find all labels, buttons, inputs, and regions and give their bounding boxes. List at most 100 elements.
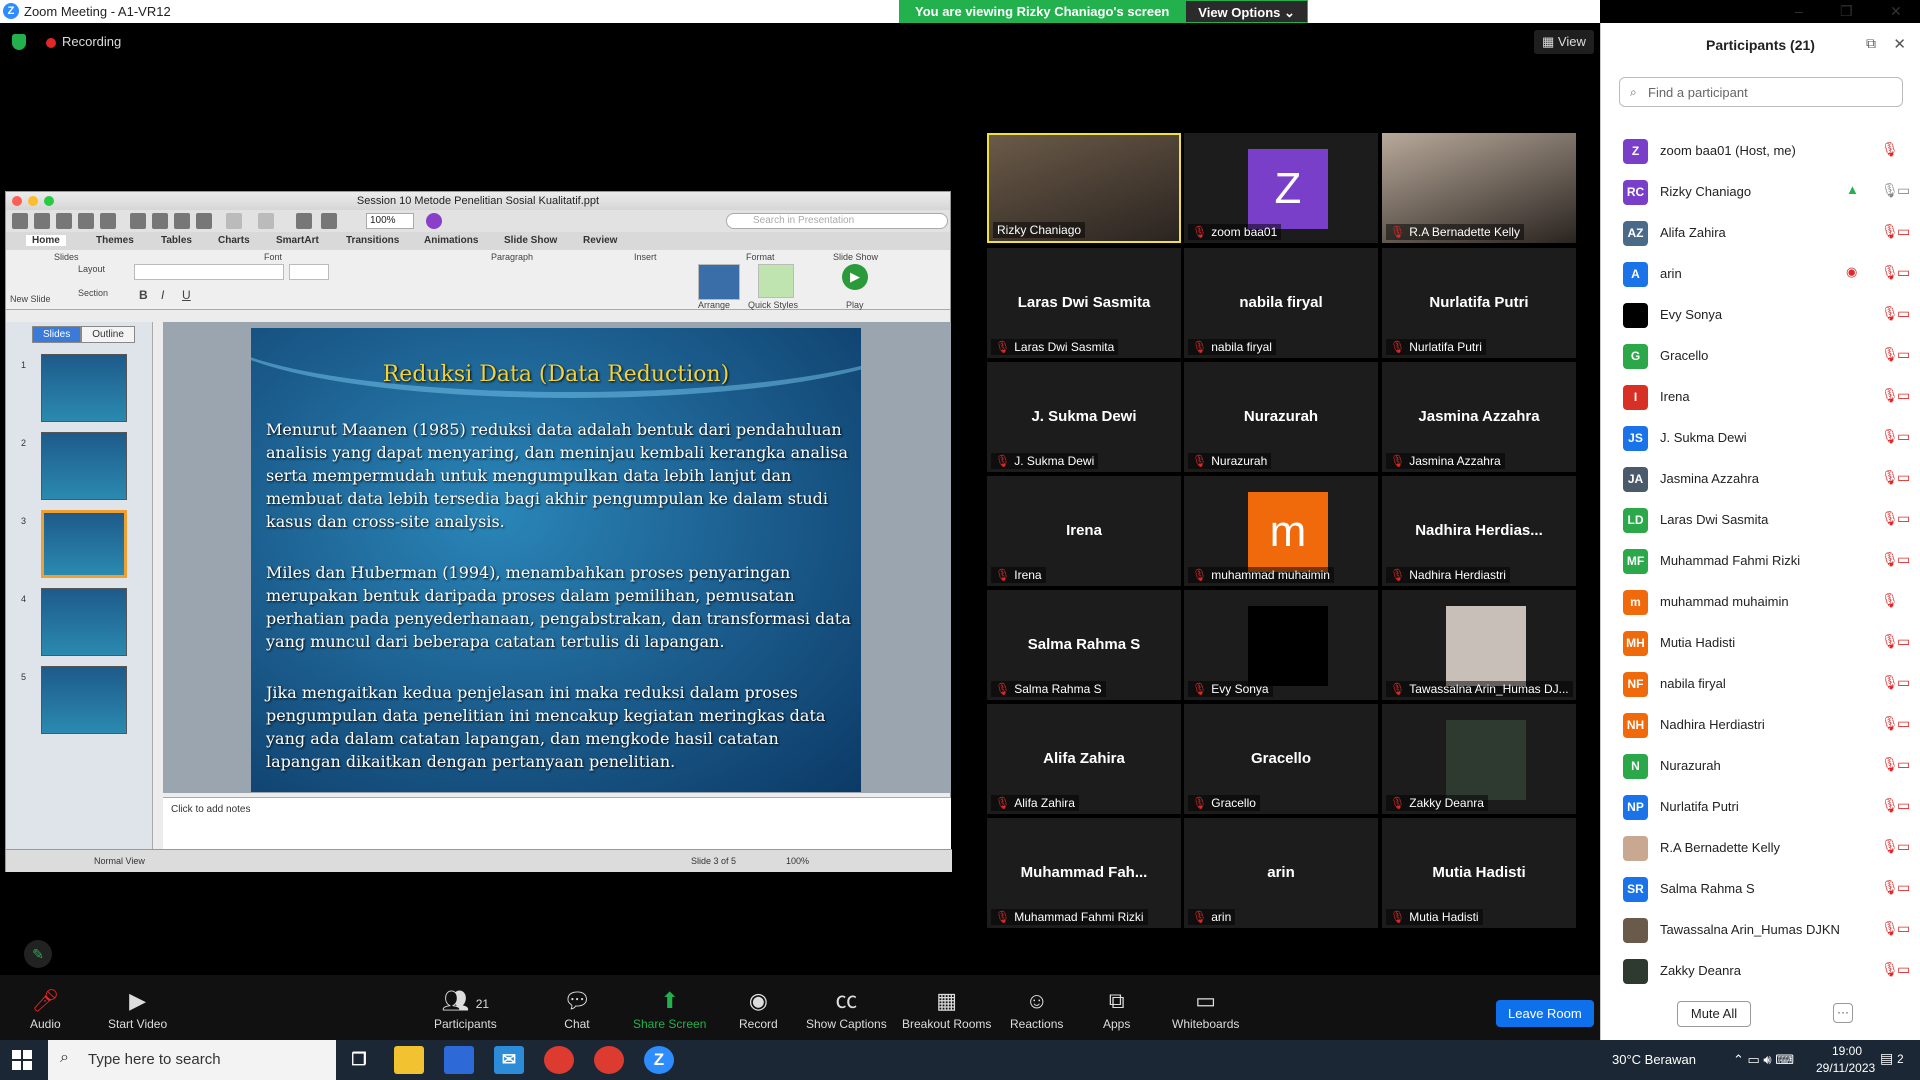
camera-on-icon[interactable]: ▭ [1897, 182, 1910, 199]
participant-row[interactable]: NF nabila firyal 🎙︎ ▭ [1601, 664, 1920, 705]
video-tile[interactable]: Irena 🎙︎ Irena [987, 476, 1181, 586]
camera-off-icon[interactable]: ▭ [1897, 797, 1910, 814]
clock-date[interactable]: 29/11/2023 [1816, 1061, 1875, 1075]
share-screen-button[interactable]: ⬆ Share Screen [633, 989, 706, 1032]
task-view-icon[interactable]: ❐ [344, 1046, 374, 1074]
camera-off-icon[interactable]: ▭ [1897, 920, 1910, 937]
participant-row[interactable]: N Nurazurah 🎙︎ ▭ [1601, 746, 1920, 787]
file-explorer-icon[interactable] [394, 1046, 424, 1074]
camera-off-icon[interactable]: ▭ [1897, 387, 1910, 404]
system-tray-icons[interactable]: ⌃ ▭ 🔊︎ ⌨ [1733, 1052, 1794, 1068]
participant-row[interactable]: Zzoom baa01 (Host, me) 🎙︎ [1601, 131, 1920, 172]
participant-row[interactable]: R.A Bernadette Kelly 🎙︎ ▭ [1601, 828, 1920, 869]
video-tile[interactable]: 🎙︎ Evy Sonya [1184, 590, 1378, 700]
show-captions-button[interactable]: ㏄ Show Captions [806, 989, 887, 1032]
record-button[interactable]: ◉ Record [739, 989, 778, 1032]
view-button[interactable]: ▦ View [1534, 30, 1594, 54]
video-tile[interactable]: Nadhira Herdias... 🎙︎ Nadhira Herdiastri [1382, 476, 1576, 586]
security-shield-icon[interactable] [12, 34, 26, 50]
video-tile[interactable]: arin 🎙︎ arin [1184, 818, 1378, 928]
video-tile[interactable]: Z 🎙︎ zoom baa01 [1184, 133, 1378, 243]
participant-row[interactable]: MH Mutia Hadisti 🎙︎ ▭ [1601, 623, 1920, 664]
camera-off-icon[interactable]: ▭ [1897, 715, 1910, 732]
participant-row[interactable]: G Gracello 🎙︎ ▭ [1601, 336, 1920, 377]
mute-all-button[interactable]: Mute All [1677, 1001, 1751, 1027]
participant-row[interactable]: MF Muhammad Fahmi Rizki 🎙︎ ▭ [1601, 541, 1920, 582]
view-options-button[interactable]: View Options ⌄ [1185, 0, 1308, 23]
minimize-icon[interactable]: – [1795, 3, 1803, 19]
camera-off-icon[interactable]: ▭ [1897, 428, 1910, 445]
camera-off-icon[interactable]: ▭ [1897, 551, 1910, 568]
video-tile[interactable]: Nurlatifa Putri 🎙︎ Nurlatifa Putri [1382, 248, 1576, 358]
leave-room-button[interactable]: Leave Room [1496, 1000, 1594, 1027]
participant-row[interactable]: Aarin ◉ 🎙︎ ▭ [1601, 254, 1920, 295]
windows-start-icon[interactable] [12, 1050, 32, 1070]
more-options-button[interactable]: ··· [1833, 1003, 1853, 1023]
reactions-button[interactable]: ☺ Reactions [1010, 989, 1063, 1032]
find-participant-input[interactable]: ⌕ Find a participant [1619, 77, 1903, 107]
video-tile[interactable]: Gracello 🎙︎ Gracello [1184, 704, 1378, 814]
video-tile[interactable]: Jasmina Azzahra 🎙︎ Jasmina Azzahra [1382, 362, 1576, 472]
video-tile[interactable]: Laras Dwi Sasmita 🎙︎ Laras Dwi Sasmita [987, 248, 1181, 358]
popout-icon[interactable]: ⧉ [1866, 35, 1876, 52]
mic-muted-icon[interactable]: 🎙︎ [1881, 141, 1899, 158]
close-icon[interactable]: ✕ [1890, 3, 1902, 20]
camera-off-icon[interactable]: ▭ [1897, 223, 1910, 240]
video-tile[interactable]: 🎙︎ Tawassalna Arin_Humas DJ... [1382, 590, 1576, 700]
participant-row[interactable]: LD Laras Dwi Sasmita 🎙︎ ▭ [1601, 500, 1920, 541]
taskbar-search-input[interactable]: ⌕ Type here to search [48, 1040, 336, 1080]
video-tile[interactable]: Alifa Zahira 🎙︎ Alifa Zahira [987, 704, 1181, 814]
participant-row[interactable]: RC Rizky Chaniago ▲ 🎙︎ ▭ [1601, 172, 1920, 213]
camera-off-icon[interactable]: ▭ [1897, 879, 1910, 896]
participant-row[interactable]: Zakky Deanra 🎙︎ ▭ [1601, 951, 1920, 992]
participant-row[interactable]: JS J. Sukma Dewi 🎙︎ ▭ [1601, 418, 1920, 459]
participant-row[interactable]: SR Salma Rahma S 🎙︎ ▭ [1601, 869, 1920, 910]
participant-row[interactable]: AZ Alifa Zahira 🎙︎ ▭ [1601, 213, 1920, 254]
participant-row[interactable]: JA Jasmina Azzahra 🎙︎ ▭ [1601, 459, 1920, 500]
chat-button[interactable]: 💬︎ Chat [563, 989, 591, 1032]
video-tile[interactable]: Salma Rahma S 🎙︎ Salma Rahma S [987, 590, 1181, 700]
camera-off-icon[interactable]: ▭ [1897, 674, 1910, 691]
camera-off-icon[interactable]: ▭ [1897, 305, 1910, 322]
participant-row[interactable]: I Irena 🎙︎ ▭ [1601, 377, 1920, 418]
video-tile[interactable]: Nurazurah 🎙︎ Nurazurah [1184, 362, 1378, 472]
clock-time[interactable]: 19:00 [1832, 1044, 1862, 1058]
close-panel-icon[interactable]: ✕ [1893, 35, 1906, 53]
participants-button[interactable]: 👥︎ 21 Participants [434, 989, 497, 1032]
video-tile[interactable]: 🎙︎ R.A Bernadette Kelly [1382, 133, 1576, 243]
maximize-icon[interactable]: ❐ [1840, 3, 1853, 20]
zoom-taskbar-icon[interactable]: Z [644, 1046, 674, 1074]
participant-row[interactable]: NH Nadhira Herdiastri 🎙︎ ▭ [1601, 705, 1920, 746]
video-tile[interactable]: Rizky Chaniago [987, 133, 1181, 243]
chrome-icon[interactable] [544, 1046, 574, 1074]
chrome-profile-icon[interactable] [594, 1046, 624, 1074]
camera-off-icon[interactable]: ▭ [1897, 264, 1910, 281]
participant-row[interactable]: Evy Sonya 🎙︎ ▭ [1601, 295, 1920, 336]
participant-row[interactable]: Tawassalna Arin_Humas DJKN 🎙︎ ▭ [1601, 910, 1920, 951]
breakout-rooms-button[interactable]: ▦ Breakout Rooms [902, 989, 991, 1032]
whiteboards-button[interactable]: ▭ Whiteboards [1172, 989, 1239, 1032]
video-tile[interactable]: m 🎙︎ muhammad muhaimin [1184, 476, 1378, 586]
camera-off-icon[interactable]: ▭ [1897, 756, 1910, 773]
camera-off-icon[interactable]: ▭ [1897, 633, 1910, 650]
video-tile[interactable]: Mutia Hadisti 🎙︎ Mutia Hadisti [1382, 818, 1576, 928]
participant-row[interactable]: m muhammad muhaimin 🎙︎ [1601, 582, 1920, 623]
apps-button[interactable]: ⧉ Apps [1103, 989, 1130, 1032]
video-tile[interactable]: 🎙︎ Zakky Deanra [1382, 704, 1576, 814]
camera-off-icon[interactable]: ▭ [1897, 961, 1910, 978]
audio-button[interactable]: 🎤︎ Audio [30, 989, 61, 1032]
video-tile[interactable]: J. Sukma Dewi 🎙︎ J. Sukma Dewi [987, 362, 1181, 472]
mic-muted-icon[interactable]: 🎙︎ [1881, 592, 1899, 609]
mail-icon[interactable]: ✉ [494, 1046, 524, 1074]
camera-off-icon[interactable]: ▭ [1897, 346, 1910, 363]
video-tile[interactable]: nabila firyal 🎙︎ nabila firyal [1184, 248, 1378, 358]
store-icon[interactable] [444, 1046, 474, 1074]
camera-off-icon[interactable]: ▭ [1897, 510, 1910, 527]
camera-off-icon[interactable]: ▭ [1897, 469, 1910, 486]
recording-label[interactable]: Recording [62, 34, 121, 49]
weather-label[interactable]: 30°C Berawan [1612, 1052, 1696, 1067]
notification-icon[interactable]: ▤ 2 [1880, 1050, 1904, 1067]
camera-off-icon[interactable]: ▭ [1897, 838, 1910, 855]
video-tile[interactable]: Muhammad Fah... 🎙︎ Muhammad Fahmi Rizki [987, 818, 1181, 928]
start-video-button[interactable]: ▶︎ Start Video [108, 989, 167, 1032]
